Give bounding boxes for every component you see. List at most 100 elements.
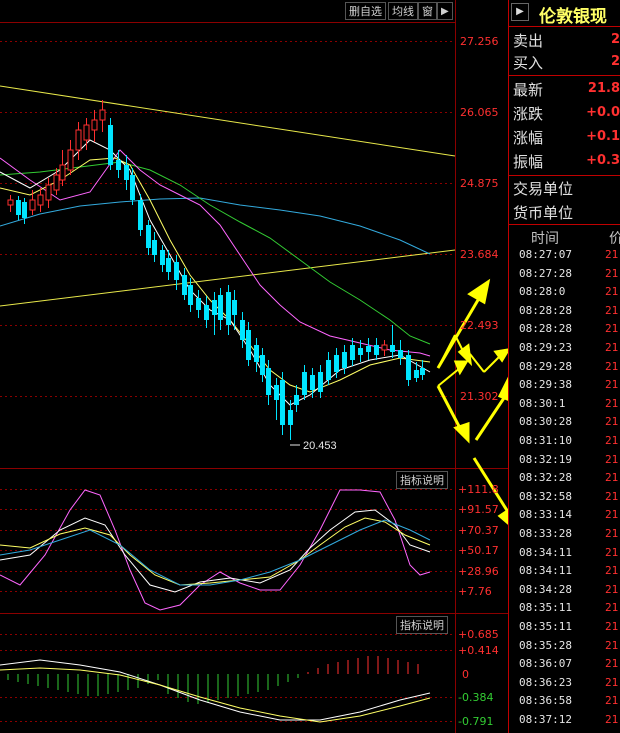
kdj-tick: +7.76 <box>458 585 492 598</box>
main-price-gridlines <box>0 41 455 722</box>
price-tick: 27.256 <box>460 35 499 48</box>
amplitude-value: +0.3 <box>586 153 620 168</box>
candle-body <box>174 262 179 280</box>
change-pct-value: +0.1 <box>586 129 620 144</box>
price-tick: 23.684 <box>460 248 499 261</box>
tick-price: 21 <box>605 582 619 596</box>
latest-label: 最新 <box>513 81 544 99</box>
trendline-down <box>0 85 456 157</box>
buy-label: 买入 <box>513 54 544 72</box>
candle-body <box>59 164 66 181</box>
ma-yellow-line <box>0 157 431 393</box>
tick-time: 08:35:28 <box>519 638 572 652</box>
candle-body <box>350 345 355 360</box>
kdj-tick: +91.57 <box>458 503 499 516</box>
tick-time: 08:36:58 <box>519 694 572 708</box>
play-arrow-icon[interactable]: ▶ <box>437 2 453 20</box>
ticks-header-time: 时间 <box>531 231 559 247</box>
candle-body <box>226 292 231 325</box>
candle-body <box>116 160 121 170</box>
tick-time: 08:29:23 <box>519 341 572 354</box>
tick-price: 21 <box>605 638 619 652</box>
tick-time: 08:31:10 <box>519 434 572 447</box>
tick-time: 08:30:1 <box>519 396 566 410</box>
tick-price: 21 <box>605 508 619 522</box>
tick-time: 08:36:23 <box>519 675 572 689</box>
candle-body <box>182 275 187 295</box>
tick-price: 21 <box>605 694 619 708</box>
change-value: +0.0 <box>586 105 620 120</box>
tick-price: 21 <box>605 359 619 373</box>
tick-price: 21 <box>605 527 619 540</box>
candle-body <box>204 305 209 320</box>
candle-body <box>381 344 388 351</box>
tick-time: 08:37:12 <box>519 713 572 726</box>
candle-body <box>302 372 307 395</box>
tick-time: 08:28:28 <box>519 322 572 336</box>
arrow-icon <box>437 360 469 387</box>
tick-time: 08:33:28 <box>519 527 572 540</box>
candle-body <box>7 199 14 206</box>
macd-tick: -0.384 <box>458 691 494 704</box>
tick-price: 21 <box>605 601 619 615</box>
candle-body <box>294 395 299 405</box>
tick-price: 21 <box>605 378 619 392</box>
expand-arrow-icon[interactable]: ▶ <box>511 3 529 21</box>
candle-body <box>280 380 285 425</box>
arrow-icon <box>469 348 508 373</box>
candle-body <box>374 345 379 355</box>
tick-time: 08:30:28 <box>519 415 572 429</box>
candle-body <box>188 285 193 305</box>
candle-body <box>414 370 419 378</box>
tick-price: 21 <box>605 564 619 578</box>
ma-cyan-line <box>0 197 431 255</box>
window-button[interactable]: 窗 <box>418 2 437 20</box>
candlesticks <box>7 100 425 440</box>
kdj-tick: +28.96 <box>458 565 499 578</box>
candle-body <box>406 355 411 380</box>
low-marker-label: 20.453 <box>303 440 337 452</box>
arrow-icon <box>474 376 508 441</box>
candle-body <box>326 360 331 380</box>
candle-body <box>260 355 265 375</box>
candle-body <box>390 345 395 352</box>
amplitude-label: 振幅 <box>513 153 544 171</box>
remove-favorite-button[interactable]: 删自选 <box>345 2 386 20</box>
candle-body <box>99 109 106 121</box>
tick-time: 08:35:11 <box>519 601 572 615</box>
tick-time: 08:32:19 <box>519 452 572 466</box>
change-label: 涨跌 <box>513 105 544 123</box>
candle-body <box>420 368 425 375</box>
tick-price: 21 <box>605 266 619 280</box>
candle-body <box>53 174 60 191</box>
candle-body <box>45 184 52 201</box>
tick-price: 21 <box>605 620 619 633</box>
moving-average-button[interactable]: 均线 <box>388 2 418 20</box>
macd-yellow-line <box>0 667 431 723</box>
macd-explain-button[interactable]: 指标说明 <box>396 616 448 634</box>
candle-body <box>266 368 271 395</box>
instrument-title: 伦敦银现 <box>539 7 607 27</box>
macd-tick: -0.791 <box>458 715 494 728</box>
macd-tick: +0.685 <box>458 628 499 641</box>
tick-price: 21 <box>605 657 619 671</box>
sell-label: 卖出 <box>513 32 544 50</box>
candle-body <box>124 165 129 180</box>
tick-price: 21 <box>605 489 619 503</box>
candle-body <box>196 298 201 310</box>
candle-body <box>334 355 339 372</box>
candle-body <box>108 125 113 165</box>
tick-price: 21 <box>605 303 619 317</box>
candle-body <box>16 200 21 215</box>
tick-price: 21 <box>605 396 619 410</box>
tick-price: 21 <box>605 545 619 559</box>
candle-body <box>166 258 171 272</box>
kdj-explain-button[interactable]: 指标说明 <box>396 471 448 489</box>
tick-time: 08:28:28 <box>519 303 572 317</box>
candle-body <box>240 320 245 340</box>
candle-body <box>91 119 98 131</box>
candle-body <box>254 345 259 362</box>
tick-price: 21 <box>605 322 619 336</box>
tick-price: 21 <box>605 713 619 726</box>
tick-price: 21 <box>605 248 619 261</box>
